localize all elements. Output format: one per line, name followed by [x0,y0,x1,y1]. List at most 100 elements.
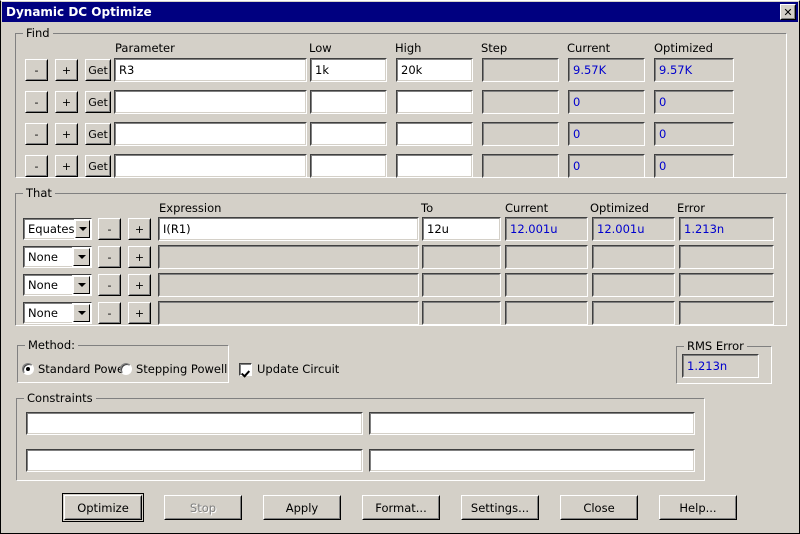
constraint-input-1[interactable] [26,412,363,435]
window-title: Dynamic DC Optimize [6,5,152,19]
find-row-1-parameter-input[interactable]: R3 [114,58,307,82]
find-row-2-optimized-display: 0 [654,90,734,114]
that-row-4-expression-value [159,302,418,324]
optimize-button-label: Optimize [65,496,141,519]
find-row-3-high-input[interactable] [396,122,473,146]
that-row-1-error-value: 1.213n [680,218,773,240]
find-row-4-step-display [482,154,559,178]
that-header-to: To [421,201,434,215]
find-row-2-parameter-input[interactable] [114,90,307,114]
rms-error-value: 1.213n [683,355,758,377]
find-row-1-get-button[interactable]: Get [85,59,111,81]
that-row-3-increment-button[interactable]: + [128,274,151,296]
constraint-input-4[interactable] [369,449,695,472]
that-row-1-decrement-button[interactable]: - [98,218,121,240]
find-row-1-step-value [483,59,558,81]
that-row-4-current-display [505,301,588,325]
find-row-3-decrement-button[interactable]: - [25,123,48,145]
find-row-1-optimized-value: 9.57K [655,59,733,81]
constraint-input-3[interactable] [26,449,363,472]
find-row-1-low-input[interactable]: 1k [310,58,387,82]
find-row-2-get-label: Get [86,92,110,112]
update-circuit-checkbox[interactable]: Update Circuit [239,362,339,376]
optimize-button[interactable]: Optimize [62,493,144,522]
format-button[interactable]: Format... [362,495,440,520]
that-row-4-decrement-label: - [99,303,120,323]
stop-button-label: Stop [165,496,241,519]
that-row-1-mode-select[interactable]: Equates [23,218,92,240]
rms-error-group-label: RMS Error [684,339,747,353]
chevron-down-icon[interactable] [75,220,90,238]
that-row-4-decrement-button[interactable]: - [98,302,121,324]
that-row-1-current-display: 12.001u [505,217,588,241]
find-row-3-get-label: Get [86,124,110,144]
chevron-down-icon[interactable] [73,248,90,266]
find-row-3-low-input[interactable] [310,122,387,146]
that-row-3-decrement-button[interactable]: - [98,274,121,296]
find-row-4-parameter-input[interactable] [114,154,307,178]
find-row-4-increment-button[interactable]: + [55,155,78,177]
that-row-1-decrement-label: - [99,219,120,239]
find-row-2-low-value [311,91,386,113]
constraint-value-1 [27,413,362,434]
that-row-4-increment-button[interactable]: + [128,302,151,324]
that-row-3-mode-select[interactable]: None [23,274,92,296]
find-row-3-optimized-value: 0 [655,123,733,145]
that-row-2-current-display [505,245,588,269]
find-row-1-decrement-label: - [26,60,47,80]
chevron-down-icon[interactable] [73,276,90,294]
find-row-2-increment-button[interactable]: + [55,91,78,113]
chevron-down-icon[interactable] [73,304,90,322]
that-row-4-expression-display [158,301,419,325]
find-row-4-decrement-button[interactable]: - [25,155,48,177]
that-row-1-current-value: 12.001u [506,218,587,240]
settings-button[interactable]: Settings... [461,495,539,520]
stop-button[interactable]: Stop [164,495,242,520]
find-row-4-get-label: Get [86,156,110,176]
find-row-4-optimized-display: 0 [654,154,734,178]
rms-error-display: 1.213n [682,354,759,378]
find-row-2-decrement-button[interactable]: - [25,91,48,113]
find-row-3-get-button[interactable]: Get [85,123,111,145]
find-row-2-low-input[interactable] [310,90,387,114]
that-row-1-to-value: 12u [423,218,500,240]
that-row-4-error-display [679,301,774,325]
find-row-4-low-value [311,155,386,177]
find-row-4-high-value [397,155,472,177]
find-row-3-increment-button[interactable]: + [55,123,78,145]
that-row-1-increment-button[interactable]: + [128,218,151,240]
find-row-4-step-value [483,155,558,177]
find-row-3-high-value [397,123,472,145]
that-row-2-increment-button[interactable]: + [128,246,151,268]
find-row-1-increment-button[interactable]: + [55,59,78,81]
find-row-4-low-input[interactable] [310,154,387,178]
find-row-3-parameter-input[interactable] [114,122,307,146]
close-window-button[interactable]: ✕ [780,4,796,20]
help-button[interactable]: Help... [659,495,737,520]
that-row-3-current-display [505,273,588,297]
find-row-1-decrement-button[interactable]: - [25,59,48,81]
find-row-4-high-input[interactable] [396,154,473,178]
find-row-1-high-input[interactable]: 20k [396,58,473,82]
find-row-2-high-input[interactable] [396,90,473,114]
apply-button[interactable]: Apply [263,495,341,520]
find-row-2-parameter-value [115,91,306,113]
find-row-2-get-button[interactable]: Get [85,91,111,113]
close-button[interactable]: Close [560,495,638,520]
that-row-1-to-input[interactable]: 12u [422,217,501,241]
method-radio-stepping-powell[interactable]: Stepping Powell [120,362,227,376]
constraint-input-2[interactable] [369,412,695,435]
that-row-4-mode-select[interactable]: None [23,302,92,324]
that-row-2-mode-select[interactable]: None [23,246,92,268]
find-row-4-get-button[interactable]: Get [85,155,111,177]
that-header-current: Current [505,201,549,215]
that-row-1-optimized-value: 12.001u [593,218,674,240]
find-row-2-step-value [483,91,558,113]
that-row-2-decrement-button[interactable]: - [98,246,121,268]
that-row-1-expression-input[interactable]: I(R1) [158,217,419,241]
find-row-2-current-display: 0 [568,90,645,114]
method-radio-standard-powell[interactable]: Standard Powell [22,362,130,376]
find-row-1-parameter-value: R3 [115,59,306,81]
find-row-2-increment-label: + [56,92,77,112]
that-row-3-to-display [422,273,501,297]
